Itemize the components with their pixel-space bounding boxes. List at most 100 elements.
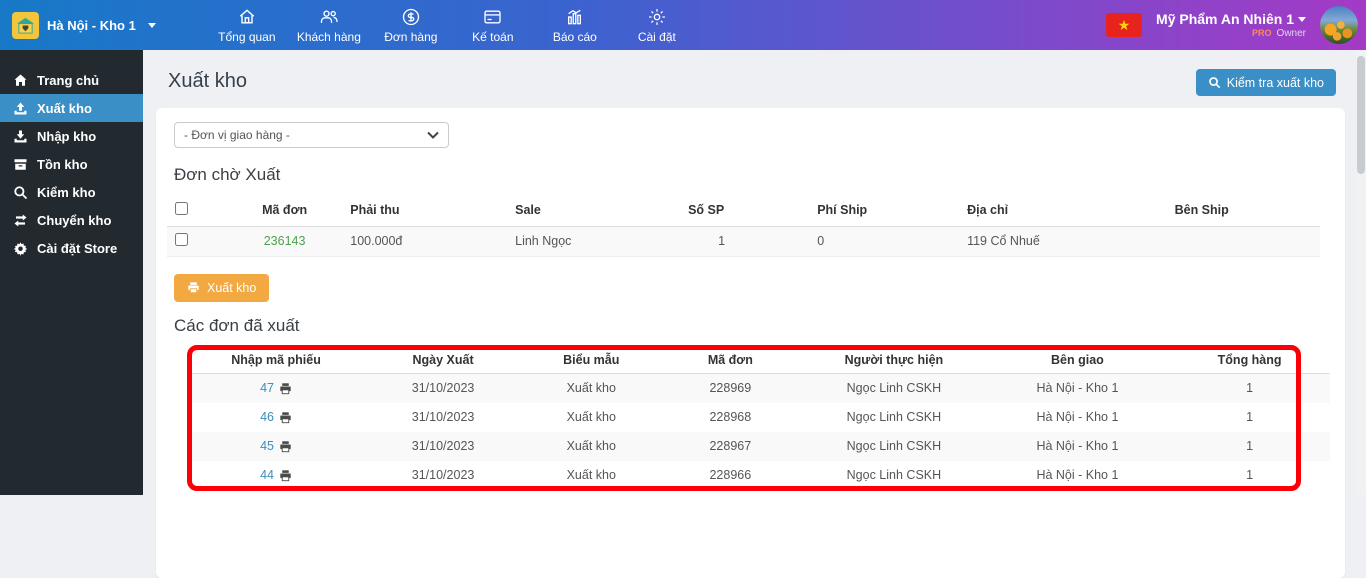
cell-bieu-mau: Xuất kho bbox=[566, 410, 616, 424]
table-row: 236143 100.000đ Linh Ngọc 1 0 119 Cổ Nhu… bbox=[167, 226, 1320, 257]
store-switcher[interactable]: Hà Nội - Kho 1 bbox=[0, 11, 168, 39]
col-dia-chi: Địa chỉ bbox=[959, 195, 1167, 227]
chevron-down-icon bbox=[147, 22, 156, 28]
cell-ben-giao: Hà Nội - Kho 1 bbox=[1036, 410, 1119, 424]
sidebar-item-xuat-kho[interactable]: Xuất kho bbox=[0, 94, 143, 122]
home-icon bbox=[14, 74, 27, 86]
cell-phi-ship: 0 bbox=[809, 226, 960, 257]
nav-item-khach-hang[interactable]: Khách hàng bbox=[288, 0, 370, 50]
scrollbar-thumb[interactable] bbox=[1357, 56, 1365, 174]
cell-tong-hang: 1 bbox=[1246, 468, 1254, 482]
export-upload-icon bbox=[14, 102, 27, 114]
search-icon bbox=[1208, 77, 1221, 89]
sidebar-item-nhap-kho[interactable]: Nhập kho bbox=[0, 122, 143, 150]
col-so-sp: Số SP bbox=[680, 195, 810, 227]
cell-bieu-mau: Xuất kho bbox=[566, 381, 616, 396]
table-row: 47 31/10/2023 Xuất kho 228969 Ngọc Linh … bbox=[190, 373, 1330, 403]
cell-sale: Linh Ngọc bbox=[507, 226, 681, 257]
col-sale: Sale bbox=[507, 195, 681, 227]
nav-item-don-hang[interactable]: Đơn hàng bbox=[370, 0, 452, 50]
cell-tong-hang: 1 bbox=[1246, 410, 1254, 424]
order-link[interactable]: 236143 bbox=[264, 234, 306, 248]
nav-item-cai-dat[interactable]: Cài đặt bbox=[616, 0, 698, 50]
export-button[interactable]: Xuất kho bbox=[174, 273, 270, 302]
cell-dia-chi: 119 Cổ Nhuế bbox=[959, 226, 1167, 257]
nav-item-ke-toan[interactable]: Kế toán bbox=[452, 0, 534, 50]
sidebar-item-label: Tồn kho bbox=[37, 156, 88, 172]
printer-icon[interactable] bbox=[279, 411, 292, 424]
sidebar-item-label: Trang chủ bbox=[37, 72, 100, 88]
account-name: Mỹ Phẩm An Nhiên 1 bbox=[1156, 11, 1294, 27]
vietnam-flag-icon[interactable]: ★ bbox=[1106, 13, 1143, 37]
warehouse-logo-icon bbox=[12, 11, 39, 39]
nav-label: Kế toán bbox=[472, 29, 514, 44]
nav-label: Tổng quan bbox=[218, 29, 276, 44]
check-export-button-label: Kiểm tra xuất kho bbox=[1226, 75, 1324, 90]
sidebar: Trang chủ Xuất kho Nhập kho Tồn kho Kiểm… bbox=[0, 50, 143, 495]
account-menu[interactable]: Mỹ Phẩm An Nhiên 1 PRO Owner bbox=[1156, 11, 1306, 39]
nav-item-tong-quan[interactable]: Tổng quan bbox=[206, 0, 288, 50]
col-bieu-mau: Biểu mẫu bbox=[524, 346, 659, 374]
col-ben-giao: Bên giao bbox=[985, 346, 1170, 374]
receipt-link[interactable]: 44 bbox=[260, 468, 274, 482]
printer-icon[interactable] bbox=[279, 469, 292, 482]
cell-phai-thu: 100.000đ bbox=[342, 226, 508, 257]
cell-bieu-mau: Xuất kho bbox=[566, 439, 616, 453]
delivery-unit-selected-value: - Đơn vị giao hàng - bbox=[184, 128, 290, 142]
cell-ngay-xuat: 31/10/2023 bbox=[411, 381, 475, 396]
sidebar-item-kiem-kho[interactable]: Kiểm kho bbox=[0, 178, 143, 206]
cell-ma-don: 228968 bbox=[709, 410, 752, 424]
sidebar-item-chuyen-kho[interactable]: Chuyển kho bbox=[0, 206, 143, 234]
cell-nguoi-thuc-hien: Ngọc Linh CSKH bbox=[846, 410, 942, 424]
col-phi-ship: Phí Ship bbox=[809, 195, 960, 227]
col-phai-thu: Phải thu bbox=[342, 195, 508, 227]
overview-home-icon bbox=[239, 8, 254, 24]
pending-header-row: Mã đơn Phải thu Sale Số SP Phí Ship Địa … bbox=[167, 195, 1320, 227]
sidebar-item-label: Chuyển kho bbox=[37, 212, 112, 228]
cell-ngay-xuat: 31/10/2023 bbox=[411, 410, 475, 424]
col-ben-ship: Bên Ship bbox=[1166, 195, 1320, 227]
import-download-icon bbox=[14, 130, 27, 142]
cell-tong-hang: 1 bbox=[1246, 381, 1254, 396]
pending-section-title: Đơn chờ Xuất bbox=[174, 165, 281, 184]
settings-gear-icon bbox=[648, 8, 665, 25]
sidebar-item-label: Kiểm kho bbox=[37, 184, 96, 200]
row-checkbox[interactable] bbox=[175, 233, 188, 246]
chevron-down-icon bbox=[427, 131, 439, 139]
table-row: 46 31/10/2023 Xuất kho 228968 Ngọc Linh … bbox=[190, 403, 1330, 432]
sidebar-item-label: Cài đặt Store bbox=[37, 240, 118, 256]
store-settings-gear-icon bbox=[13, 241, 28, 256]
col-nguoi-thuc-hien: Người thực hiện bbox=[802, 346, 986, 374]
table-row: 45 31/10/2023 Xuất kho 228967 Ngọc Linh … bbox=[190, 431, 1330, 461]
receipt-link[interactable]: 45 bbox=[260, 439, 274, 453]
cell-ben-giao: Hà Nội - Kho 1 bbox=[1036, 439, 1119, 453]
cell-nguoi-thuc-hien: Ngọc Linh CSKH bbox=[846, 439, 942, 453]
cell-ben-giao: Hà Nội - Kho 1 bbox=[1036, 381, 1119, 396]
nav-label: Báo cáo bbox=[552, 29, 597, 44]
printer-icon[interactable] bbox=[279, 440, 292, 453]
accounting-card-icon bbox=[484, 10, 502, 23]
top-nav-menu: Tổng quan Khách hàng Đơn hàng Kế toán Bá… bbox=[206, 0, 698, 50]
delivery-unit-select[interactable]: - Đơn vị giao hàng - bbox=[174, 122, 449, 148]
role-label: Owner bbox=[1276, 28, 1306, 39]
content-card: - Đơn vị giao hàng - Đơn chờ Xuất Mã đơn… bbox=[156, 108, 1345, 578]
plan-badge: PRO bbox=[1252, 28, 1272, 38]
transfer-arrows-icon bbox=[14, 214, 27, 226]
printer-icon[interactable] bbox=[279, 382, 292, 395]
sidebar-item-trang-chu[interactable]: Trang chủ bbox=[0, 66, 143, 94]
col-ma-don: Mã đơn bbox=[658, 346, 803, 374]
sidebar-item-cai-dat-store[interactable]: Cài đặt Store bbox=[0, 234, 143, 262]
col-nhap-ma-phieu: Nhập mã phiếu bbox=[190, 346, 363, 374]
check-export-button[interactable]: Kiểm tra xuất kho bbox=[1195, 69, 1336, 96]
sidebar-item-ton-kho[interactable]: Tồn kho bbox=[0, 150, 143, 178]
receipt-link[interactable]: 47 bbox=[260, 381, 274, 395]
cell-so-sp: 1 bbox=[680, 226, 810, 257]
cell-ngay-xuat: 31/10/2023 bbox=[411, 439, 475, 453]
pending-orders-table: Mã đơn Phải thu Sale Số SP Phí Ship Địa … bbox=[167, 195, 1320, 257]
nav-item-bao-cao[interactable]: Báo cáo bbox=[534, 0, 616, 50]
cell-bieu-mau: Xuất kho bbox=[566, 468, 616, 482]
avatar[interactable] bbox=[1320, 6, 1358, 44]
receipt-link[interactable]: 46 bbox=[260, 410, 274, 424]
select-all-checkbox[interactable] bbox=[175, 202, 188, 216]
store-label: Hà Nội - Kho 1 bbox=[47, 17, 136, 33]
